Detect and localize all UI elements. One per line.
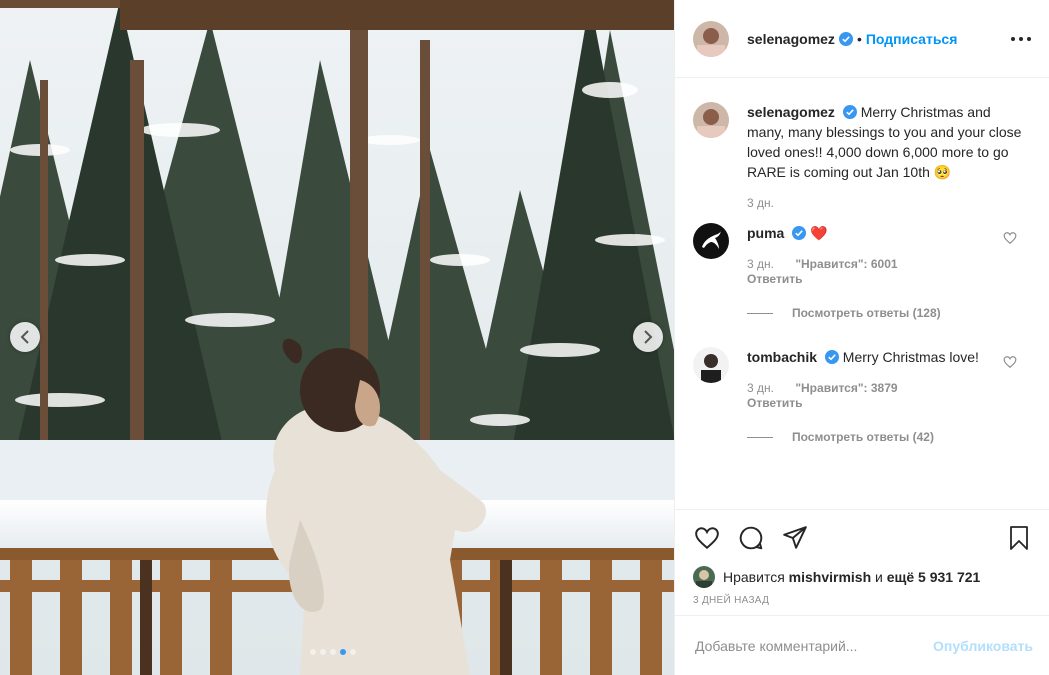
post-photo[interactable] (0, 0, 674, 675)
comments-section: selenagomez Merry Christmas and many, ma… (675, 78, 1049, 509)
comment-meta: 3 дн. "Нравится": 3879 Ответить (747, 381, 1027, 411)
commenter-avatar[interactable] (693, 347, 729, 383)
action-bar (675, 509, 1049, 565)
carousel-indicators (310, 649, 356, 655)
carousel-dot (310, 649, 316, 655)
comment-bubble-icon (739, 526, 763, 549)
instagram-post: selenagomez • Подписаться selenagomez Me… (0, 0, 1049, 675)
verified-badge-icon (792, 226, 807, 240)
commenter-username[interactable]: tombachik (747, 349, 817, 365)
view-replies-label: Посмотреть ответы (42) (792, 430, 934, 444)
comment: puma ❤️ 3 дн. "Нравится": 6001 Ответить … (693, 223, 1033, 323)
comment-text: ❤️ (810, 225, 828, 241)
comment-likes[interactable]: "Нравится": 3879 (795, 381, 897, 395)
bookmark-icon (1010, 525, 1028, 550)
caption-avatar[interactable] (693, 102, 729, 138)
divider-line (747, 312, 773, 314)
comment-likes[interactable]: "Нравится": 6001 (795, 257, 897, 271)
verified-badge-icon (838, 31, 853, 46)
post-header: selenagomez • Подписаться (675, 0, 1049, 78)
winter-balcony-photo (0, 0, 674, 675)
likes-and: и (875, 569, 883, 585)
commenter-username[interactable]: puma (747, 225, 784, 241)
divider-line (747, 436, 773, 438)
view-replies-label: Посмотреть ответы (128) (792, 306, 941, 320)
post-sidebar: selenagomez • Подписаться selenagomez Me… (674, 0, 1049, 675)
add-comment-form: Опубликовать (675, 615, 1049, 675)
comment-time[interactable]: 3 дн. (747, 381, 774, 395)
liker-username[interactable]: mishvirmish (789, 569, 871, 585)
comment-like-heart-icon[interactable] (1003, 355, 1017, 369)
comment-meta: 3 дн. "Нравится": 6001 Ответить (747, 257, 1027, 287)
caption: selenagomez Merry Christmas and many, ma… (693, 102, 1033, 211)
verified-badge-icon (824, 350, 839, 364)
likes-summary: Нравится mishvirmish и ещё 5 931 721 (675, 565, 1049, 589)
comment-like-heart-icon[interactable] (1003, 231, 1017, 245)
post-date[interactable]: 3 ДНЕЙ НАЗАД (675, 589, 1049, 615)
next-slide-button[interactable] (633, 322, 663, 352)
publish-button[interactable]: Опубликовать (933, 638, 1033, 654)
separator-bullet: • (856, 30, 862, 47)
carousel-dot (320, 649, 326, 655)
likes-prefix: Нравится (723, 569, 785, 585)
like-button[interactable] (693, 524, 721, 552)
comment-input[interactable] (693, 636, 934, 655)
save-button[interactable] (1005, 524, 1033, 552)
carousel-dot-active (340, 649, 346, 655)
view-replies-button[interactable]: Посмотреть ответы (128) (747, 303, 1027, 323)
caption-username[interactable]: selenagomez (747, 104, 835, 120)
comment-time[interactable]: 3 дн. (747, 257, 774, 271)
chevron-right-icon (644, 330, 653, 344)
caption-meta: 3 дн. (747, 196, 1027, 211)
comment: tombachik Merry Christmas love! 3 дн. "Н… (693, 347, 1033, 447)
reply-button[interactable]: Ответить (747, 396, 1027, 411)
view-replies-button[interactable]: Посмотреть ответы (42) (747, 427, 1027, 447)
comment-button[interactable] (737, 524, 765, 552)
likes-count[interactable]: ещё 5 931 721 (887, 569, 981, 585)
more-options-button[interactable] (1009, 27, 1033, 51)
carousel-dot (350, 649, 356, 655)
paper-plane-icon (783, 525, 807, 549)
previous-slide-button[interactable] (10, 322, 40, 352)
comment-text: Merry Christmas love! (842, 349, 979, 365)
follow-button[interactable]: Подписаться (866, 31, 958, 47)
share-button[interactable] (781, 524, 809, 552)
caption-time[interactable]: 3 дн. (747, 196, 774, 210)
chevron-left-icon (20, 330, 29, 344)
more-horizontal-icon (1011, 36, 1031, 41)
heart-icon (695, 526, 719, 549)
commenter-avatar[interactable] (693, 223, 729, 259)
author-username[interactable]: selenagomez (747, 31, 835, 47)
carousel-dot (330, 649, 336, 655)
author-avatar[interactable] (693, 20, 729, 57)
reply-button[interactable]: Ответить (747, 272, 1027, 287)
verified-badge-icon (842, 105, 857, 119)
liker-avatar[interactable] (693, 566, 715, 588)
